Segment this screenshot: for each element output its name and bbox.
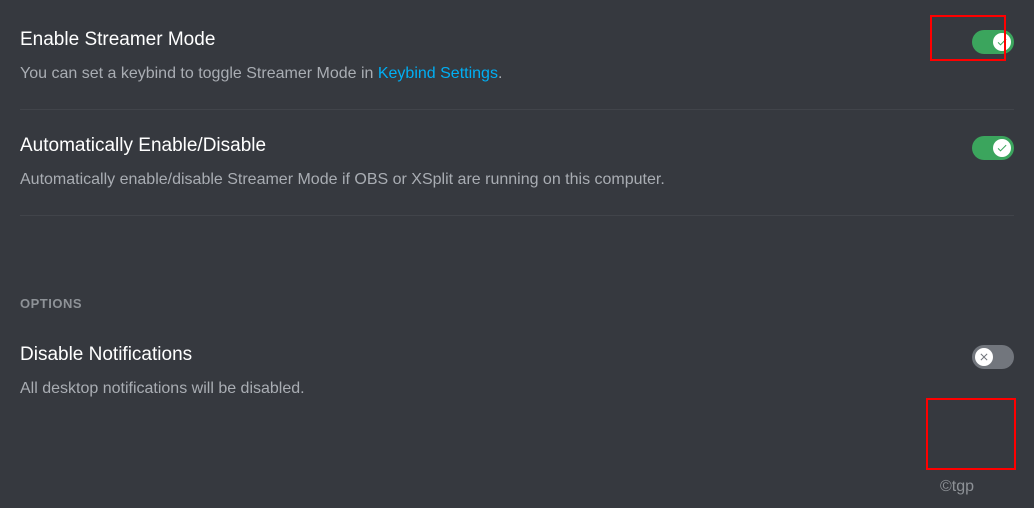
setting-title: Enable Streamer Mode	[20, 28, 952, 53]
keybind-settings-link[interactable]: Keybind Settings	[378, 65, 498, 82]
setting-desc: You can set a keybind to toggle Streamer…	[20, 63, 952, 85]
toggle-knob	[975, 348, 993, 366]
desc-prefix: You can set a keybind to toggle Streamer…	[20, 65, 378, 82]
setting-title: Automatically Enable/Disable	[20, 134, 952, 159]
setting-text: Enable Streamer Mode You can set a keybi…	[20, 28, 972, 85]
toggle-knob	[993, 33, 1011, 51]
watermark: ©tgp	[940, 478, 974, 496]
setting-desc: All desktop notifications will be disabl…	[20, 378, 952, 400]
section-header-options: OPTIONS	[20, 296, 1014, 311]
toggle-enable-streamer-mode[interactable]	[972, 30, 1014, 54]
x-icon	[978, 351, 990, 363]
toggle-knob	[993, 139, 1011, 157]
setting-title: Disable Notifications	[20, 343, 952, 368]
setting-desc: Automatically enable/disable Streamer Mo…	[20, 169, 952, 191]
highlight-box	[926, 398, 1016, 470]
toggle-auto-enable-disable[interactable]	[972, 136, 1014, 160]
divider	[20, 109, 1014, 110]
toggle-disable-notifications[interactable]	[972, 345, 1014, 369]
setting-text: Disable Notifications All desktop notifi…	[20, 343, 972, 400]
setting-auto-enable-disable: Automatically Enable/Disable Automatical…	[20, 126, 1014, 211]
setting-enable-streamer-mode: Enable Streamer Mode You can set a keybi…	[20, 20, 1014, 105]
check-icon	[996, 36, 1008, 48]
divider	[20, 215, 1014, 216]
setting-text: Automatically Enable/Disable Automatical…	[20, 134, 972, 191]
check-icon	[996, 142, 1008, 154]
setting-disable-notifications: Disable Notifications All desktop notifi…	[20, 335, 1014, 408]
desc-suffix: .	[498, 65, 502, 82]
